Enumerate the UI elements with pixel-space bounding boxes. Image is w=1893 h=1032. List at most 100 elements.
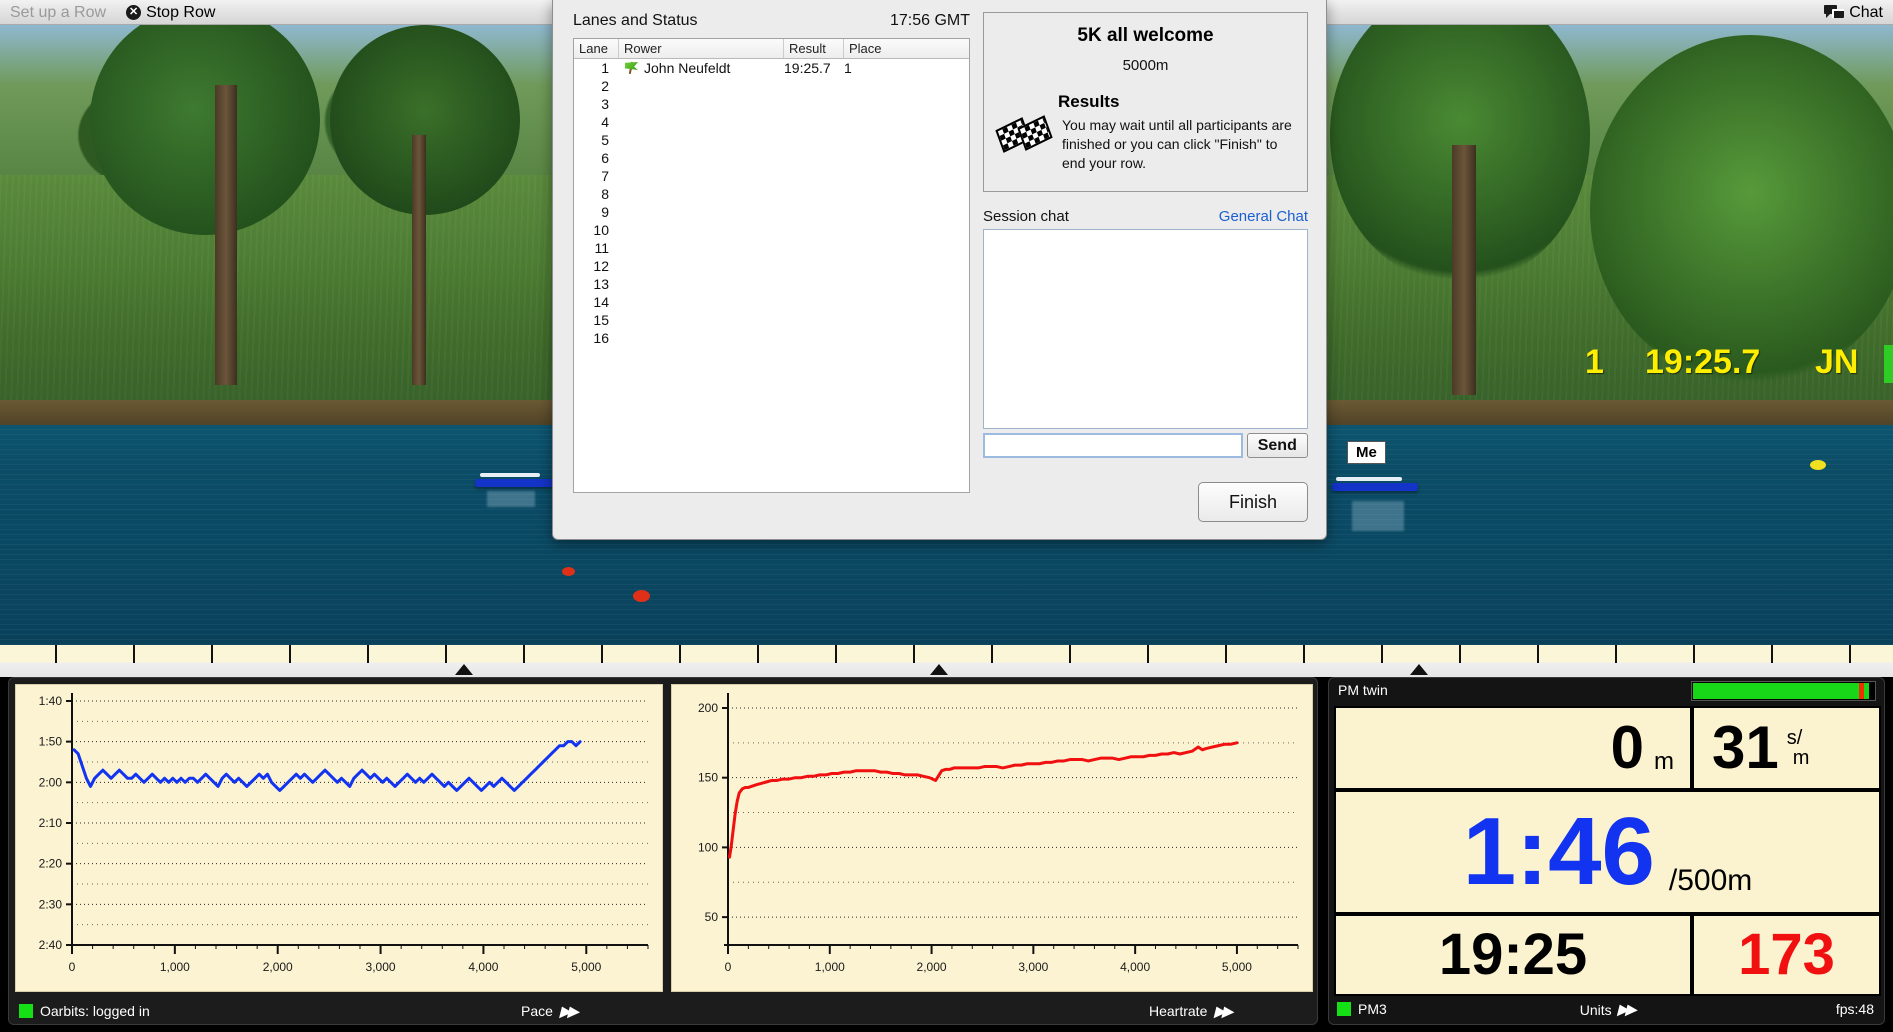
table-row[interactable]: 15 bbox=[574, 311, 969, 329]
heartrate-footer-button[interactable]: Heartrate ▶▶ bbox=[1149, 1003, 1233, 1020]
svg-text:2:20: 2:20 bbox=[39, 857, 63, 871]
ruler-marker bbox=[1410, 664, 1428, 675]
me-label: Me bbox=[1347, 441, 1386, 465]
ruler-tick bbox=[367, 645, 369, 663]
cell-lane: 5 bbox=[601, 132, 609, 148]
general-chat-link[interactable]: General Chat bbox=[1219, 208, 1308, 225]
ruler-tick bbox=[523, 645, 525, 663]
pm-distance-cell: 0 m bbox=[1334, 706, 1692, 790]
table-row[interactable]: 4 bbox=[574, 113, 969, 131]
svg-text:2:00: 2:00 bbox=[39, 775, 63, 789]
col-header-rower: Rower bbox=[619, 39, 784, 58]
pm-heartrate-value: 173 bbox=[1738, 922, 1835, 987]
table-row[interactable]: 6 bbox=[574, 149, 969, 167]
table-row[interactable]: 5 bbox=[574, 131, 969, 149]
pm-readout-grid: 0 m 31 s/ m 1:46 /500m 19:25 173 bbox=[1334, 706, 1881, 996]
pm-rate-unit-bottom: m bbox=[1792, 747, 1810, 769]
charts-panel: 1:40 1:50 2:00 2:10 2:20 2:30 2:40 0 1,000 2,000 3… bbox=[8, 677, 1318, 1025]
overlay-initials: JN bbox=[1815, 343, 1859, 381]
ruler-tick bbox=[1849, 645, 1851, 663]
overlay-place: 1 bbox=[1585, 343, 1604, 381]
svg-text:0: 0 bbox=[69, 960, 76, 974]
ruler-tick bbox=[1615, 645, 1617, 663]
cell-lane: 4 bbox=[601, 114, 609, 130]
cell-lane: 10 bbox=[593, 222, 609, 238]
buoy-red-2 bbox=[633, 590, 650, 602]
pm-units-label: Units bbox=[1579, 1001, 1612, 1018]
col-header-lane: Lane bbox=[574, 39, 619, 58]
cell-lane: 9 bbox=[601, 204, 609, 220]
chat-button[interactable]: Chat bbox=[1814, 0, 1893, 25]
cell-result: 19:25.7 bbox=[784, 60, 831, 76]
pm-heartrate-cell: 173 bbox=[1692, 914, 1881, 996]
pace-footer-button[interactable]: Pace ▶▶ bbox=[521, 1002, 578, 1020]
cell-lane: 8 bbox=[601, 186, 609, 202]
table-row[interactable]: 11 bbox=[574, 239, 969, 257]
chat-input[interactable] bbox=[983, 433, 1243, 458]
table-row[interactable]: 13 bbox=[574, 275, 969, 293]
table-row[interactable]: 12 bbox=[574, 257, 969, 275]
lanes-table-header: Lane Rower Result Place bbox=[574, 39, 969, 59]
double-arrow-icon: ▶▶ bbox=[1617, 1001, 1636, 1017]
ruler-marker bbox=[455, 664, 473, 675]
pace-chart[interactable]: 1:40 1:50 2:00 2:10 2:20 2:30 2:40 0 1,000 2,000 3… bbox=[15, 684, 663, 992]
chat-log[interactable] bbox=[983, 229, 1308, 429]
ruler-tick bbox=[1303, 645, 1305, 663]
checkered-flags-icon bbox=[995, 115, 1053, 154]
heartrate-chart[interactable]: 50 100 150 200 0 1,000 2,000 3,000 4,000 5,000 bbox=[671, 684, 1313, 992]
svg-text:2,000: 2,000 bbox=[917, 960, 947, 974]
pace-footer-label: Pace bbox=[521, 1003, 553, 1019]
svg-text:3,000: 3,000 bbox=[1018, 960, 1048, 974]
overlay-lane-bar bbox=[1884, 345, 1893, 383]
ruler-tick bbox=[445, 645, 447, 663]
svg-text:100: 100 bbox=[698, 840, 718, 854]
svg-text:4,000: 4,000 bbox=[468, 960, 498, 974]
stop-row-button[interactable]: ✕ Stop Row bbox=[116, 0, 225, 25]
double-arrow-icon: ▶▶ bbox=[559, 1002, 578, 1019]
stop-row-label: Stop Row bbox=[146, 3, 216, 21]
send-button[interactable]: Send bbox=[1246, 433, 1308, 458]
svg-text:2:10: 2:10 bbox=[39, 816, 63, 830]
pm-monitor-panel: PM twin 0 m 31 s/ m 1:46 /500m 19:25 173… bbox=[1328, 677, 1885, 1025]
lanes-table[interactable]: Lane Rower Result Place 1 John Neufeldt 19… bbox=[573, 38, 970, 493]
finish-button[interactable]: Finish bbox=[1198, 482, 1308, 522]
ruler-tick bbox=[1693, 645, 1695, 663]
results-heading: Results bbox=[1058, 92, 1120, 111]
table-row[interactable]: 7 bbox=[574, 167, 969, 185]
speech-bubble-icon bbox=[1824, 5, 1845, 19]
table-row[interactable]: 16 bbox=[574, 329, 969, 347]
ruler-tick bbox=[757, 645, 759, 663]
ruler-tick bbox=[1225, 645, 1227, 663]
pm-rate-unit: s/ m bbox=[1787, 728, 1810, 768]
green-status-square bbox=[19, 1004, 33, 1018]
table-row[interactable]: 14 bbox=[574, 293, 969, 311]
svg-text:2:40: 2:40 bbox=[39, 938, 63, 952]
table-row[interactable]: 9 bbox=[574, 203, 969, 221]
table-row[interactable]: 1 John Neufeldt 19:25.7 1 bbox=[574, 59, 969, 77]
ruler-tick bbox=[991, 645, 993, 663]
pm-time-value: 19:25 bbox=[1438, 922, 1588, 987]
pm-units-button[interactable]: Units ▶▶ bbox=[1579, 1001, 1636, 1018]
table-row[interactable]: 10 bbox=[574, 221, 969, 239]
svg-text:1:50: 1:50 bbox=[39, 735, 63, 749]
race-title: 5K all welcome bbox=[1077, 25, 1214, 46]
cell-lane: 16 bbox=[593, 330, 609, 346]
ruler-tick bbox=[1771, 645, 1773, 663]
ruler-tick bbox=[1381, 645, 1383, 663]
ruler-tick bbox=[1459, 645, 1461, 663]
svg-text:2,000: 2,000 bbox=[263, 960, 293, 974]
cell-lane: 7 bbox=[601, 168, 609, 184]
session-clock: 17:56 GMT bbox=[889, 12, 970, 29]
oarbits-status: Oarbits: logged in bbox=[19, 1003, 150, 1019]
table-row[interactable]: 8 bbox=[574, 185, 969, 203]
ruler-marker bbox=[930, 664, 948, 675]
table-row[interactable]: 2 bbox=[574, 77, 969, 95]
cell-lane: 13 bbox=[593, 276, 609, 292]
setup-row-button[interactable]: Set up a Row bbox=[0, 0, 116, 25]
pm-rate-unit-top: s/ bbox=[1786, 727, 1803, 749]
heartrate-footer-label: Heartrate bbox=[1149, 1003, 1208, 1019]
table-row[interactable]: 3 bbox=[574, 95, 969, 113]
pm-title: PM twin bbox=[1338, 682, 1388, 698]
cell-lane: 14 bbox=[593, 294, 609, 310]
lanes-and-status-dialog: Lanes and Status 17:56 GMT Lane Rower Re… bbox=[552, 0, 1327, 540]
